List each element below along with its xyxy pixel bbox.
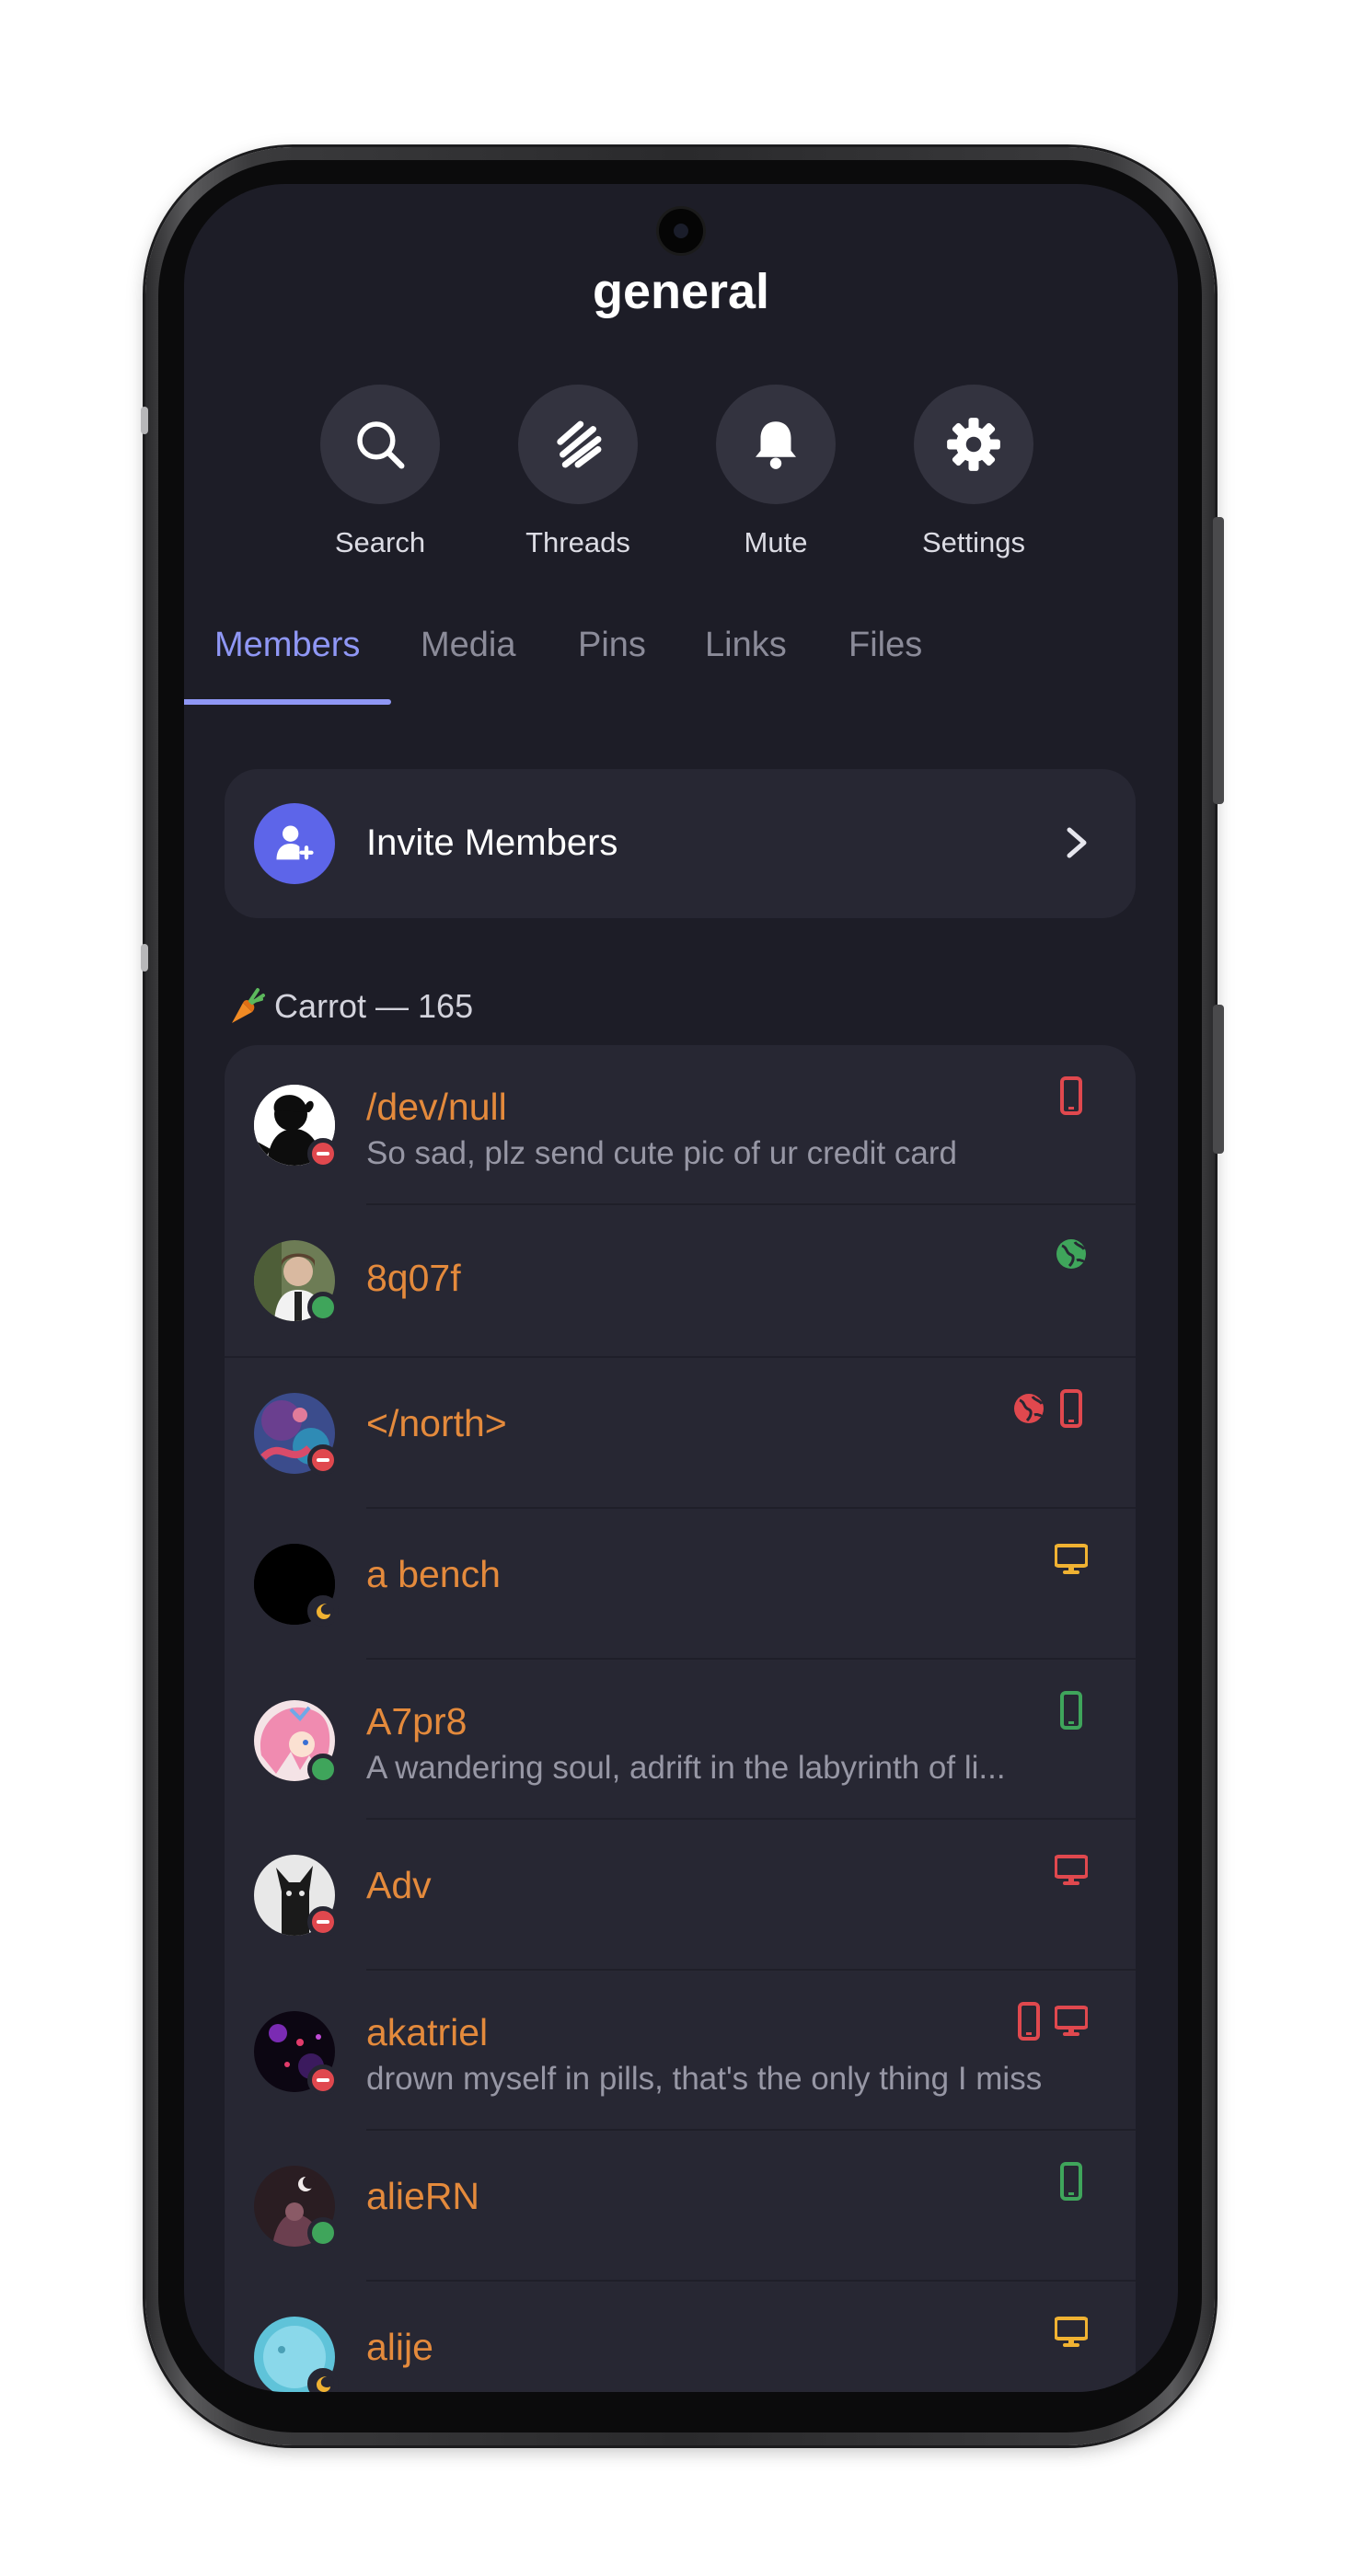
threads-label: Threads [525, 526, 630, 558]
web-icon [1014, 1394, 1044, 1423]
channel-title: general [592, 264, 770, 319]
tab-pins[interactable]: Pins [578, 626, 646, 665]
member-status-text: So sad, plz send cute pic of ur credit c… [366, 1135, 957, 1171]
invite-badge [254, 803, 335, 884]
tab-files[interactable]: Files [848, 626, 922, 665]
member-row[interactable]: /dev/null So sad, plz send cute pic of u… [225, 1045, 1136, 1205]
device-indicators [1055, 1851, 1088, 1890]
moon-icon [317, 1604, 330, 1619]
device-indicators [1055, 1691, 1088, 1730]
desktop-icon [1055, 2317, 1088, 2347]
phone-volume-button [1213, 517, 1224, 804]
web-icon [1056, 1239, 1086, 1269]
threads-icon [557, 420, 602, 468]
search-button-circle[interactable] [320, 385, 440, 504]
device-indicators [1012, 2002, 1088, 2041]
bell-icon [756, 421, 796, 469]
device-indicators [1055, 1540, 1088, 1579]
member-name: A7pr8 [366, 1700, 467, 1742]
search-icon [357, 421, 405, 469]
tab-links[interactable]: Links [705, 626, 787, 665]
role-section-label: Carrot — 165 [274, 987, 474, 1025]
member-name: /dev/null [366, 1086, 507, 1128]
device-indicators [1012, 1389, 1088, 1428]
device-indicators [1055, 2313, 1088, 2352]
phone-side-button [141, 407, 148, 434]
member-row[interactable]: 8q07f [225, 1205, 1136, 1358]
invite-label: Invite Members [366, 822, 618, 863]
settings-label: Settings [921, 526, 1025, 558]
status-dnd-indicator [307, 1444, 339, 1476]
member-name: akatriel [366, 2011, 489, 2053]
member-name: a bench [366, 1553, 501, 1595]
member-row[interactable]: Adv [225, 1820, 1136, 1971]
add-user-icon [276, 825, 314, 860]
mobile-icon [1060, 2162, 1082, 2201]
tab-members[interactable]: Members [214, 626, 360, 665]
threads-button[interactable]: Threads [486, 385, 670, 559]
member-row[interactable]: </north> [225, 1358, 1136, 1509]
member-status-text: A wandering soul, adrift in the labyrint… [366, 1750, 1006, 1786]
device-indicators [1055, 1235, 1088, 1273]
status-dnd-indicator [307, 1906, 339, 1938]
app-screen: general Search Threads Mute Settings Mem… [184, 184, 1178, 2392]
status-idle-indicator [307, 2368, 339, 2392]
desktop-icon [1055, 2006, 1088, 2036]
front-camera [656, 206, 706, 256]
member-row[interactable]: alije [225, 2282, 1136, 2392]
member-row[interactable]: akatriel drown myself in pills, that's t… [225, 1971, 1136, 2131]
threads-button-circle[interactable] [518, 385, 638, 504]
member-name: </north> [366, 1402, 507, 1444]
status-online-indicator [307, 2217, 339, 2248]
mobile-icon [1060, 1076, 1082, 1115]
mobile-icon [1060, 1389, 1082, 1428]
settings-button[interactable]: Settings [882, 385, 1066, 559]
device-indicators [1055, 1076, 1088, 1115]
member-list: /dev/null So sad, plz send cute pic of u… [225, 1045, 1136, 2392]
member-name: alieRN [366, 2175, 480, 2217]
status-idle-indicator [307, 1595, 339, 1627]
mute-button[interactable]: Mute [684, 385, 868, 559]
tab-media[interactable]: Media [421, 626, 516, 665]
desktop-icon [1055, 1544, 1088, 1574]
search-button[interactable]: Search [288, 385, 472, 559]
member-name: Adv [366, 1864, 432, 1906]
member-row[interactable]: alieRN [225, 2131, 1136, 2282]
settings-button-circle[interactable] [914, 385, 1033, 504]
active-tab-indicator [184, 699, 391, 705]
mute-label: Mute [744, 526, 808, 558]
tab-bar: Members Media Pins Links Files [184, 626, 1178, 708]
invite-members-button[interactable]: Invite Members [225, 769, 1136, 918]
desktop-icon [1055, 1855, 1088, 1885]
status-dnd-indicator [307, 1138, 339, 1169]
status-online-indicator [307, 1292, 339, 1323]
role-section-header: Carrot — 165 [226, 986, 473, 1027]
mobile-icon [1018, 2002, 1040, 2041]
member-row[interactable]: A7pr8 A wandering soul, adrift in the la… [225, 1660, 1136, 1820]
member-name: 8q07f [366, 1257, 461, 1299]
search-label: Search [334, 526, 426, 558]
mute-button-circle[interactable] [716, 385, 836, 504]
phone-power-button [1213, 1005, 1224, 1154]
moon-icon [317, 2376, 330, 2392]
channel-actions: Search Threads Mute Settings [184, 385, 1178, 587]
gear-icon [947, 418, 1000, 471]
carrot-icon [232, 988, 265, 1023]
member-status-text: drown myself in pills, that's the only t… [366, 2061, 1043, 2097]
device-indicators [1055, 2162, 1088, 2201]
member-row[interactable]: a bench [225, 1509, 1136, 1660]
member-name: alije [366, 2326, 433, 2368]
chevron-right-icon [1067, 827, 1087, 858]
mobile-icon [1060, 1691, 1082, 1730]
status-dnd-indicator [307, 2064, 339, 2096]
phone-side-button [141, 944, 148, 972]
status-online-indicator [307, 1754, 339, 1785]
